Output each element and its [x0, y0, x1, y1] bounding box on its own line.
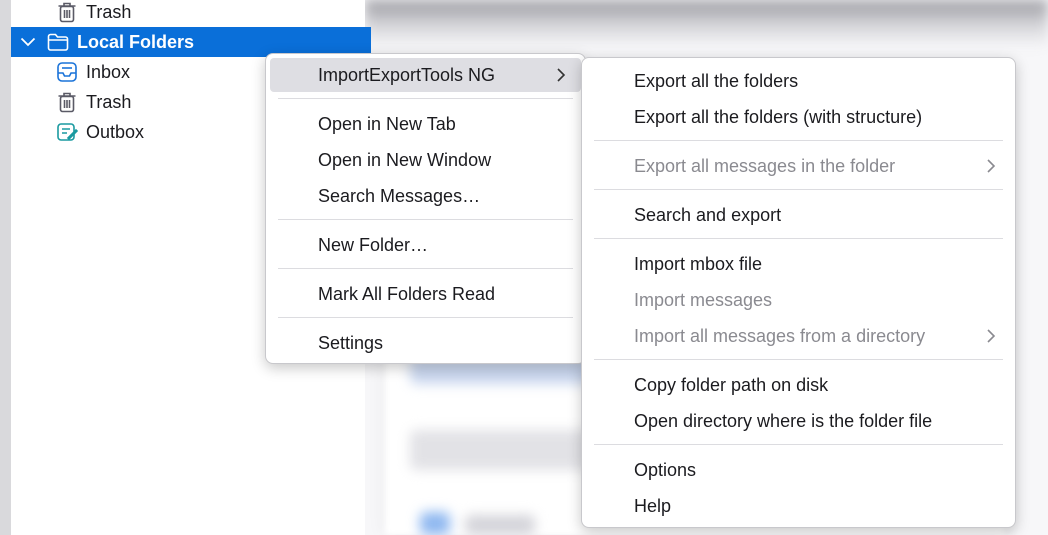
chevron-right-icon — [557, 68, 566, 82]
menu-separator — [278, 317, 573, 318]
menu-item-open-in-new-window[interactable]: Open in New Window — [270, 143, 581, 177]
menu-item-importexporttools-ng[interactable]: ImportExportTools NG — [270, 58, 581, 92]
menu-item-label: Import messages — [634, 289, 773, 310]
blurred-button — [420, 512, 450, 535]
folder-item-label: Trash — [86, 1, 132, 22]
menu-separator — [594, 140, 1003, 141]
menu-item-label: Search Messages… — [318, 185, 481, 206]
menu-item-options[interactable]: Options — [586, 453, 1011, 487]
menu-item-label: Search and export — [634, 204, 782, 225]
menu-item-label: Mark All Folders Read — [318, 283, 496, 304]
menu-separator — [594, 238, 1003, 239]
menu-item-help[interactable]: Help — [586, 489, 1011, 523]
menu-item-label: Import all messages from a directory — [634, 325, 926, 346]
menu-item-open-folder-directory[interactable]: Open directory where is the folder file — [586, 404, 1011, 438]
menu-item-label: Settings — [318, 332, 384, 353]
chevron-down-icon[interactable] — [17, 31, 39, 53]
menu-item-label: Import mbox file — [634, 253, 763, 274]
menu-item-import-mbox-file[interactable]: Import mbox file — [586, 247, 1011, 281]
chevron-right-icon — [987, 159, 996, 173]
menu-item-label: Export all the folders (with structure) — [634, 106, 923, 127]
menu-item-open-in-new-tab[interactable]: Open in New Tab — [270, 107, 581, 141]
menu-item-label: Export all messages in the folder — [634, 155, 896, 176]
folder-context-menu: ImportExportTools NG Open in New Tab Ope… — [265, 53, 586, 364]
menu-separator — [594, 359, 1003, 360]
folder-item-label: Inbox — [86, 61, 131, 82]
trash-icon — [56, 91, 78, 113]
menu-item-copy-folder-path[interactable]: Copy folder path on disk — [586, 368, 1011, 402]
menu-item-settings[interactable]: Settings — [270, 326, 581, 360]
menu-item-label: Open in New Window — [318, 149, 492, 170]
menu-item-search-messages[interactable]: Search Messages… — [270, 179, 581, 213]
folder-item-label: Local Folders — [77, 31, 195, 52]
blurred-label — [465, 515, 535, 535]
menu-item-label: Help — [634, 495, 672, 516]
menu-item-export-all-folders-structure[interactable]: Export all the folders (with structure) — [586, 100, 1011, 134]
menu-separator — [278, 219, 573, 220]
trash-icon — [56, 1, 78, 23]
menu-item-export-all-messages: Export all messages in the folder — [586, 149, 1011, 183]
menu-item-label: Export all the folders — [634, 70, 799, 91]
menu-separator — [278, 98, 573, 99]
folder-icon — [47, 31, 69, 53]
menu-item-label: ImportExportTools NG — [318, 64, 496, 85]
menu-item-label: New Folder… — [318, 234, 429, 255]
menu-separator — [278, 268, 573, 269]
folder-item-label: Outbox — [86, 121, 145, 142]
menu-item-mark-all-folders-read[interactable]: Mark All Folders Read — [270, 277, 581, 311]
menu-item-label: Open directory where is the folder file — [634, 410, 933, 431]
outbox-icon — [56, 121, 78, 143]
folder-item-trash[interactable]: Trash — [11, 0, 410, 27]
inbox-icon — [56, 61, 78, 83]
menu-item-import-from-directory: Import all messages from a directory — [586, 319, 1011, 353]
menu-item-label: Copy folder path on disk — [634, 374, 829, 395]
menu-item-export-all-folders[interactable]: Export all the folders — [586, 64, 1011, 98]
chevron-right-icon — [987, 329, 996, 343]
menu-item-import-messages: Import messages — [586, 283, 1011, 317]
menu-item-label: Options — [634, 459, 697, 480]
importexporttools-submenu: Export all the folders Export all the fo… — [581, 57, 1016, 528]
menu-separator — [594, 189, 1003, 190]
menu-item-label: Open in New Tab — [318, 113, 456, 134]
blurred-toolbar — [365, 0, 1048, 44]
menu-item-new-folder[interactable]: New Folder… — [270, 228, 581, 262]
menu-separator — [594, 444, 1003, 445]
menu-item-search-and-export[interactable]: Search and export — [586, 198, 1011, 232]
window-edge — [0, 0, 11, 535]
folder-item-label: Trash — [86, 91, 132, 112]
